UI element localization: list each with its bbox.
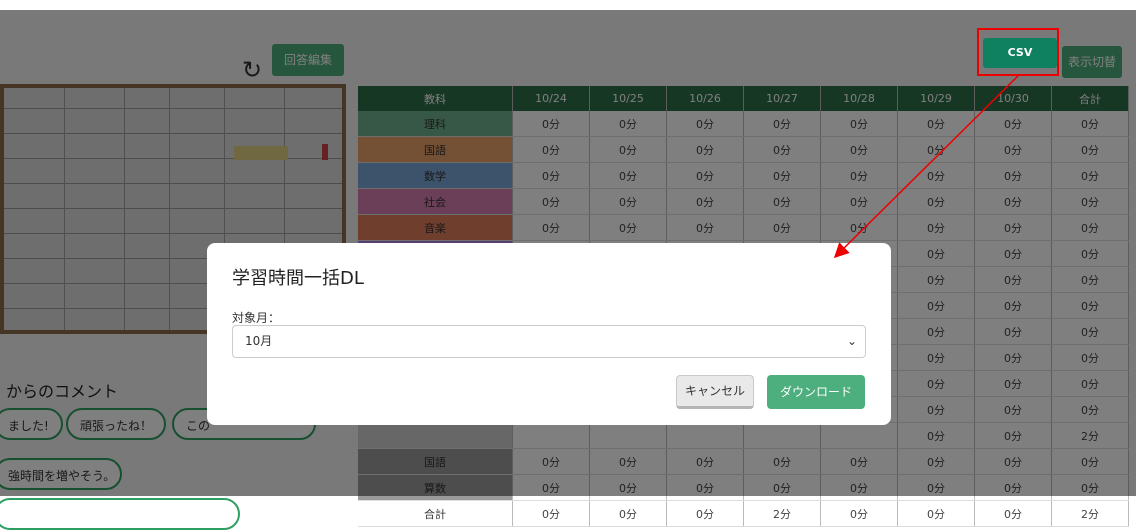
time-cell: 0分: [666, 500, 744, 527]
download-button[interactable]: ダウンロード: [767, 375, 865, 409]
time-cell: 2分: [743, 500, 821, 527]
time-cell: 0分: [974, 500, 1052, 527]
modal-title: 学習時間一括DL: [232, 268, 364, 289]
comment-pill[interactable]: [0, 498, 240, 530]
subject-cell: 合計: [358, 500, 513, 527]
month-select-value: 10月: [245, 334, 273, 348]
csv-button[interactable]: CSV: [983, 38, 1057, 68]
time-cell: 0分: [897, 500, 975, 527]
time-cell: 0分: [512, 500, 590, 527]
bulk-download-modal: 学習時間一括DL 対象月： 10月 ⌄ キャンセル ダウンロード: [207, 243, 891, 425]
time-cell: 0分: [820, 500, 898, 527]
table-row: 合計 0分 0分 0分 2分 0分 0分 0分 2分: [358, 500, 1129, 527]
cancel-button[interactable]: キャンセル: [676, 375, 754, 409]
target-month-label: 対象月：: [232, 311, 281, 325]
time-cell: 0分: [589, 500, 667, 527]
time-cell: 2分: [1051, 500, 1129, 527]
month-select[interactable]: 10月 ⌄: [232, 325, 866, 358]
chevron-down-icon: ⌄: [846, 334, 857, 348]
